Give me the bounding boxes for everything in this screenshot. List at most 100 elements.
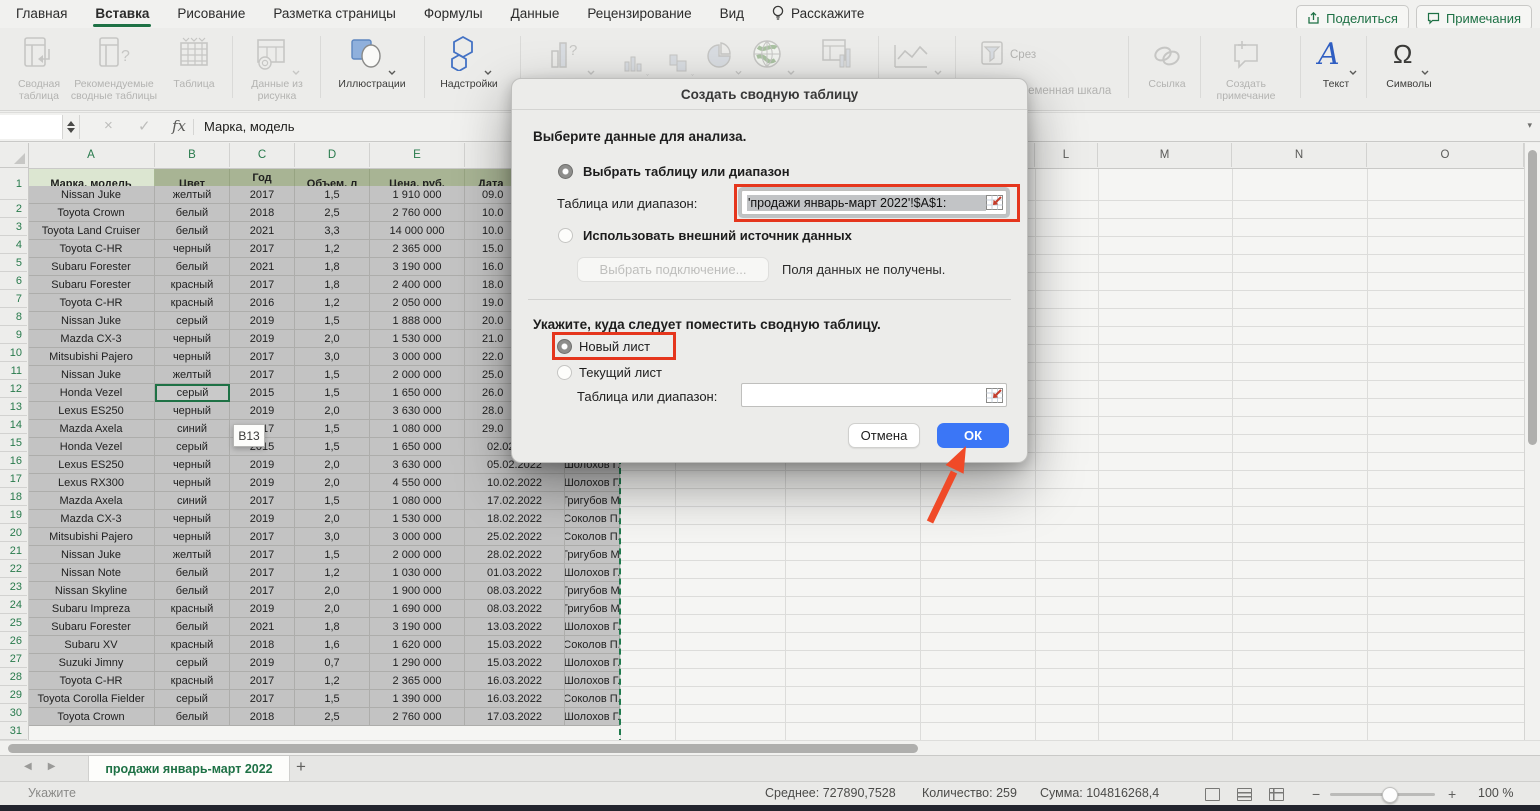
column-header-O[interactable]: O bbox=[1367, 143, 1524, 167]
cell-F19[interactable]: 17.02.2022 bbox=[465, 492, 565, 510]
placement-range-input[interactable] bbox=[741, 383, 1007, 407]
cell-D15[interactable]: 1,5 bbox=[295, 420, 370, 438]
row-header-17[interactable]: 17 bbox=[0, 470, 27, 488]
row-header-20[interactable]: 20 bbox=[0, 524, 27, 542]
cell-G29[interactable]: Шолохов Г. bbox=[565, 672, 620, 690]
cell-C31[interactable]: 2018 bbox=[230, 708, 295, 726]
cell-D23[interactable]: 1,2 bbox=[295, 564, 370, 582]
cell-A28[interactable]: Suzuki Jimny bbox=[28, 654, 155, 672]
cell-D11[interactable]: 3,0 bbox=[295, 348, 370, 366]
cell-C14[interactable]: 2019 bbox=[230, 402, 295, 420]
cell-D16[interactable]: 1,5 bbox=[295, 438, 370, 456]
formula-bar-value[interactable]: Марка, модель bbox=[204, 119, 295, 134]
row-header-15[interactable]: 15 bbox=[0, 434, 27, 452]
cell-B11[interactable]: черный bbox=[155, 348, 230, 366]
cell-F20[interactable]: 18.02.2022 bbox=[465, 510, 565, 528]
row-header-11[interactable]: 11 bbox=[0, 362, 27, 380]
cell-C24[interactable]: 2017 bbox=[230, 582, 295, 600]
cell-B21[interactable]: черный bbox=[155, 528, 230, 546]
cell-E29[interactable]: 2 365 000 bbox=[370, 672, 465, 690]
cell-C17[interactable]: 2019 bbox=[230, 456, 295, 474]
ribbon-tab-Вставка[interactable]: Вставка bbox=[93, 2, 151, 27]
cell-C19[interactable]: 2017 bbox=[230, 492, 295, 510]
cell-A22[interactable]: Nissan Juke bbox=[28, 546, 155, 564]
cell-C23[interactable]: 2017 bbox=[230, 564, 295, 582]
cell-C9[interactable]: 2019 bbox=[230, 312, 295, 330]
cell-A27[interactable]: Subaru XV bbox=[28, 636, 155, 654]
cell-A31[interactable]: Toyota Crown bbox=[28, 708, 155, 726]
cell-E5[interactable]: 2 365 000 bbox=[370, 240, 465, 258]
cell-C25[interactable]: 2019 bbox=[230, 600, 295, 618]
row-header-29[interactable]: 29 bbox=[0, 686, 27, 704]
cell-B16[interactable]: серый bbox=[155, 438, 230, 456]
cell-D5[interactable]: 1,2 bbox=[295, 240, 370, 258]
row-header-27[interactable]: 27 bbox=[0, 650, 27, 668]
cell-G22[interactable]: Тригубов М. bbox=[565, 546, 620, 564]
cell-D25[interactable]: 2,0 bbox=[295, 600, 370, 618]
cell-C2[interactable]: 2017 bbox=[230, 186, 295, 204]
cell-D8[interactable]: 1,2 bbox=[295, 294, 370, 312]
cell-C5[interactable]: 2017 bbox=[230, 240, 295, 258]
cell-G20[interactable]: Соколов П. bbox=[565, 510, 620, 528]
row-header-7[interactable]: 7 bbox=[0, 290, 27, 308]
cell-F30[interactable]: 16.03.2022 bbox=[465, 690, 565, 708]
cell-E9[interactable]: 1 888 000 bbox=[370, 312, 465, 330]
cell-A21[interactable]: Mitsubishi Pajero bbox=[28, 528, 155, 546]
row-header-24[interactable]: 24 bbox=[0, 596, 27, 614]
cell-E2[interactable]: 1 910 000 bbox=[370, 186, 465, 204]
cell-C8[interactable]: 2016 bbox=[230, 294, 295, 312]
cell-E8[interactable]: 2 050 000 bbox=[370, 294, 465, 312]
cell-D13[interactable]: 1,5 bbox=[295, 384, 370, 402]
cell-D20[interactable]: 2,0 bbox=[295, 510, 370, 528]
cell-E25[interactable]: 1 690 000 bbox=[370, 600, 465, 618]
cell-A10[interactable]: Mazda CX-3 bbox=[28, 330, 155, 348]
cell-D31[interactable]: 2,5 bbox=[295, 708, 370, 726]
cell-A29[interactable]: Toyota C-HR bbox=[28, 672, 155, 690]
cell-B24[interactable]: белый bbox=[155, 582, 230, 600]
cell-D7[interactable]: 1,8 bbox=[295, 276, 370, 294]
cell-A17[interactable]: Lexus ES250 bbox=[28, 456, 155, 474]
row-header-19[interactable]: 19 bbox=[0, 506, 27, 524]
cell-E6[interactable]: 3 190 000 bbox=[370, 258, 465, 276]
row-header-2[interactable]: 2 bbox=[0, 200, 27, 218]
ribbon-button-text[interactable]: AТекст bbox=[1312, 34, 1360, 91]
cell-C12[interactable]: 2017 bbox=[230, 366, 295, 384]
ribbon-tab-Рецензирование[interactable]: Рецензирование bbox=[585, 2, 693, 27]
column-header-N[interactable]: N bbox=[1232, 143, 1367, 167]
column-header-L[interactable]: L bbox=[1035, 143, 1098, 167]
add-sheet-icon[interactable]: + bbox=[296, 757, 306, 777]
column-header-C[interactable]: C bbox=[230, 143, 295, 167]
page-layout-view-icon[interactable] bbox=[1237, 788, 1252, 801]
ribbon-tab-Разметка страницы[interactable]: Разметка страницы bbox=[271, 2, 397, 27]
cell-D10[interactable]: 2,0 bbox=[295, 330, 370, 348]
vertical-scrollbar[interactable] bbox=[1524, 143, 1540, 740]
radio-select-table-or-range[interactable] bbox=[558, 164, 573, 179]
next-sheet-icon[interactable]: ▶ bbox=[48, 761, 56, 772]
cell-A9[interactable]: Nissan Juke bbox=[28, 312, 155, 330]
cell-C28[interactable]: 2019 bbox=[230, 654, 295, 672]
cell-B12[interactable]: желтый bbox=[155, 366, 230, 384]
ribbon-tab-Данные[interactable]: Данные bbox=[509, 2, 562, 27]
cell-E18[interactable]: 4 550 000 bbox=[370, 474, 465, 492]
cancel-entry-icon[interactable]: × bbox=[104, 117, 113, 134]
cell-G30[interactable]: Соколов П. bbox=[565, 690, 620, 708]
cell-B5[interactable]: черный bbox=[155, 240, 230, 258]
vertical-scrollbar-thumb[interactable] bbox=[1528, 150, 1537, 445]
select-all-corner[interactable] bbox=[0, 143, 29, 168]
cell-C13[interactable]: 2015 bbox=[230, 384, 295, 402]
column-header-B[interactable]: B bbox=[155, 143, 230, 167]
cell-C10[interactable]: 2019 bbox=[230, 330, 295, 348]
cell-C11[interactable]: 2017 bbox=[230, 348, 295, 366]
cell-A13[interactable]: Honda Vezel bbox=[28, 384, 155, 402]
cell-B4[interactable]: белый bbox=[155, 222, 230, 240]
cell-A16[interactable]: Honda Vezel bbox=[28, 438, 155, 456]
radio-external-source[interactable] bbox=[558, 228, 573, 243]
cell-C21[interactable]: 2017 bbox=[230, 528, 295, 546]
cell-C22[interactable]: 2017 bbox=[230, 546, 295, 564]
cell-B25[interactable]: красный bbox=[155, 600, 230, 618]
row-header-26[interactable]: 26 bbox=[0, 632, 27, 650]
cell-E13[interactable]: 1 650 000 bbox=[370, 384, 465, 402]
row-header-3[interactable]: 3 bbox=[0, 218, 27, 236]
cell-C20[interactable]: 2019 bbox=[230, 510, 295, 528]
cell-E26[interactable]: 3 190 000 bbox=[370, 618, 465, 636]
